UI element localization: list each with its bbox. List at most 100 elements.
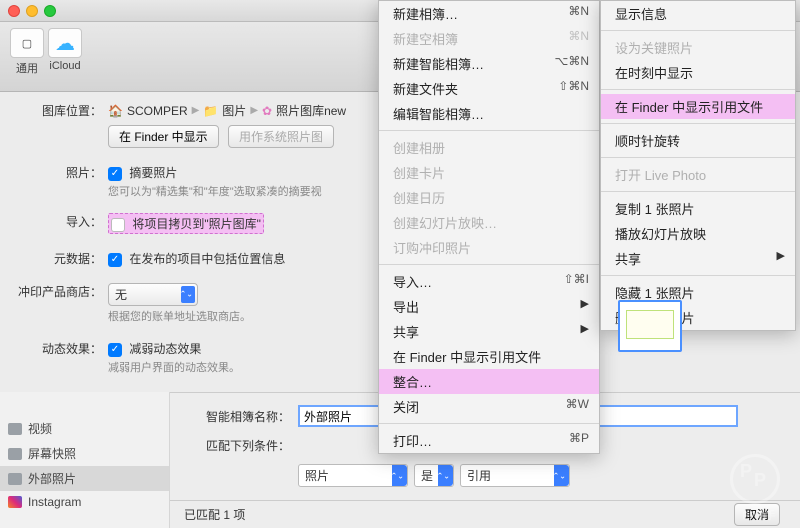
screenshot-icon <box>8 448 22 460</box>
menu-item[interactable]: 复制 1 张照片 <box>601 196 795 221</box>
metadata-label: 元数据： <box>0 250 108 267</box>
menu-separator <box>601 123 795 124</box>
print-store-value: 无 <box>115 288 127 302</box>
smart-panel-footer: 已匹配 1 项 取消 <box>170 500 800 528</box>
copy-to-library-label: 将项目拷贝到"照片图库" <box>132 217 261 231</box>
reduce-motion-label: 减弱动态效果 <box>129 342 201 356</box>
chevron-right-icon: ▶ <box>250 105 258 116</box>
device-icon: ▢ <box>10 28 44 58</box>
menu-item[interactable]: 播放幻灯片放映 <box>601 221 795 246</box>
reduce-motion-checkbox[interactable]: ✓ <box>108 343 122 357</box>
location-checkbox[interactable]: ✓ <box>108 253 122 267</box>
folder-icon: 📁 <box>203 104 218 118</box>
menu-item: 创建幻灯片放映… <box>379 210 599 235</box>
zoom-window-button[interactable] <box>44 5 56 17</box>
selected-photo-thumbnail[interactable] <box>618 300 682 352</box>
menu-item[interactable]: 编辑智能相簿… <box>379 101 599 126</box>
menu-item[interactable]: 导出▶ <box>379 294 599 319</box>
tab-icloud-label: iCloud <box>48 60 82 72</box>
condition-op-value: 是 <box>421 469 433 483</box>
breadcrumb-item: 图片 <box>222 102 246 119</box>
menu-shortcut: ⌘N <box>568 4 589 18</box>
sidebar-item-label: 外部照片 <box>28 470 76 487</box>
sidebar-item-screenshots[interactable]: 屏幕快照 <box>0 441 169 466</box>
menu-item[interactable]: 共享▶ <box>601 246 795 271</box>
menu-item: 新建空相簿⌘N <box>379 26 599 51</box>
menu-shortcut: ⌘N <box>568 29 589 43</box>
menu-shortcut: ⇧⌘N <box>558 79 589 93</box>
photos-library-icon: ✿ <box>262 104 272 118</box>
menu-shortcut: ⇧⌘I <box>564 272 589 286</box>
sidebar-item-video[interactable]: 视频 <box>0 416 169 441</box>
sidebar-item-instagram[interactable]: Instagram <box>0 491 169 513</box>
menu-item[interactable]: 显示信息 <box>601 1 795 26</box>
watermark: PP PP助手 <box>724 452 794 522</box>
menu-item[interactable]: 新建相簿…⌘N <box>379 1 599 26</box>
menu-item: 打开 Live Photo <box>601 162 795 187</box>
menu-separator <box>379 264 599 265</box>
menu-item[interactable]: 关闭⌘W <box>379 394 599 419</box>
menu-separator <box>601 191 795 192</box>
menu-separator <box>601 157 795 158</box>
home-icon: 🏠 <box>108 104 123 118</box>
menu-item[interactable]: 打印…⌘P <box>379 428 599 453</box>
menu-item: 订购冲印照片 <box>379 235 599 260</box>
submenu-arrow-icon: ▶ <box>777 249 785 262</box>
match-label: 匹配下列条件： <box>188 437 298 454</box>
menu-item[interactable]: 在 Finder 中显示引用文件 <box>601 94 795 119</box>
show-in-finder-button[interactable]: 在 Finder 中显示 <box>108 125 219 148</box>
submenu-arrow-icon: ▶ <box>581 297 589 310</box>
menu-item[interactable]: 在 Finder 中显示引用文件 <box>379 344 599 369</box>
print-store-select[interactable]: 无 <box>108 283 198 306</box>
condition-field-value: 照片 <box>305 469 329 483</box>
menu-item[interactable]: 在时刻中显示 <box>601 60 795 85</box>
video-icon <box>8 423 22 435</box>
location-checkbox-label: 在发布的项目中包括位置信息 <box>129 252 285 266</box>
summary-checkbox[interactable]: ✓ <box>108 167 122 181</box>
menu-item[interactable]: 新建智能相簿…⌥⌘N <box>379 51 599 76</box>
menu-item: 设为关键照片 <box>601 35 795 60</box>
breadcrumb-item: SCOMPER <box>127 104 188 118</box>
menu-item[interactable]: 顺时针旋转 <box>601 128 795 153</box>
import-label: 导入： <box>0 213 108 230</box>
menu-item[interactable]: 新建文件夹⇧⌘N <box>379 76 599 101</box>
matched-count: 已匹配 1 项 <box>184 506 245 523</box>
photos-label: 照片： <box>0 164 108 181</box>
file-context-menu[interactable]: 新建相簿…⌘N新建空相簿⌘N新建智能相簿…⌥⌘N新建文件夹⇧⌘N编辑智能相簿… 创… <box>378 0 600 454</box>
smart-name-label: 智能相簿名称： <box>188 408 298 425</box>
menu-shortcut: ⌥⌘N <box>555 54 590 68</box>
cloud-icon: ☁ <box>48 28 82 58</box>
tab-general[interactable]: ▢ 通用 <box>10 28 44 76</box>
condition-value-value: 引用 <box>467 469 491 483</box>
use-system-library-button[interactable]: 用作系统照片图 <box>228 125 334 148</box>
condition-op-select[interactable]: 是⌃⌄ <box>414 464 454 487</box>
menu-item[interactable]: 整合… <box>379 369 599 394</box>
breadcrumb-item: 照片图库new <box>276 102 346 119</box>
watermark-brand: PP助手 <box>724 507 794 522</box>
album-sidebar: 视频 屏幕快照 外部照片 Instagram <box>0 392 170 528</box>
menu-separator <box>601 30 795 31</box>
menu-item: 创建相册 <box>379 135 599 160</box>
sidebar-item-external[interactable]: 外部照片 <box>0 466 169 491</box>
sidebar-item-label: Instagram <box>28 495 81 509</box>
summary-checkbox-label: 摘要照片 <box>129 166 177 180</box>
copy-to-library-checkbox[interactable] <box>111 218 125 232</box>
menu-separator <box>601 275 795 276</box>
gear-icon <box>8 473 22 485</box>
condition-field-select[interactable]: 照片⌃⌄ <box>298 464 408 487</box>
menu-item[interactable]: 共享▶ <box>379 319 599 344</box>
menu-item[interactable]: 导入…⇧⌘I <box>379 269 599 294</box>
tab-general-label: 通用 <box>10 60 44 76</box>
menu-shortcut: ⌘W <box>566 397 589 411</box>
condition-value-select[interactable]: 引用⌃⌄ <box>460 464 570 487</box>
tab-icloud[interactable]: ☁ iCloud <box>48 28 82 72</box>
menu-item: 创建卡片 <box>379 160 599 185</box>
photo-context-menu[interactable]: 显示信息设为关键照片在时刻中显示在 Finder 中显示引用文件顺时针旋转打开 … <box>600 0 796 331</box>
print-store-label: 冲印产品商店： <box>0 283 108 300</box>
menu-separator <box>601 89 795 90</box>
library-location-label: 图库位置： <box>0 102 108 119</box>
minimize-window-button[interactable] <box>26 5 38 17</box>
close-window-button[interactable] <box>8 5 20 17</box>
sidebar-item-label: 视频 <box>28 420 52 437</box>
motion-label: 动态效果： <box>0 340 108 357</box>
